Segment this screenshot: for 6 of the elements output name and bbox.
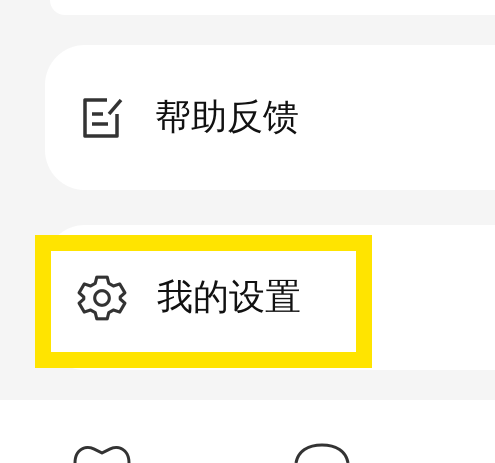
chat-icon[interactable] <box>292 443 352 463</box>
menu-label: 帮助反馈 <box>155 96 299 140</box>
gear-icon <box>77 272 127 322</box>
menu-item[interactable]: 我的设置 <box>45 272 301 322</box>
menu-item[interactable]: 帮助反馈 <box>45 93 299 142</box>
menu-label: 我的设置 <box>157 276 301 320</box>
